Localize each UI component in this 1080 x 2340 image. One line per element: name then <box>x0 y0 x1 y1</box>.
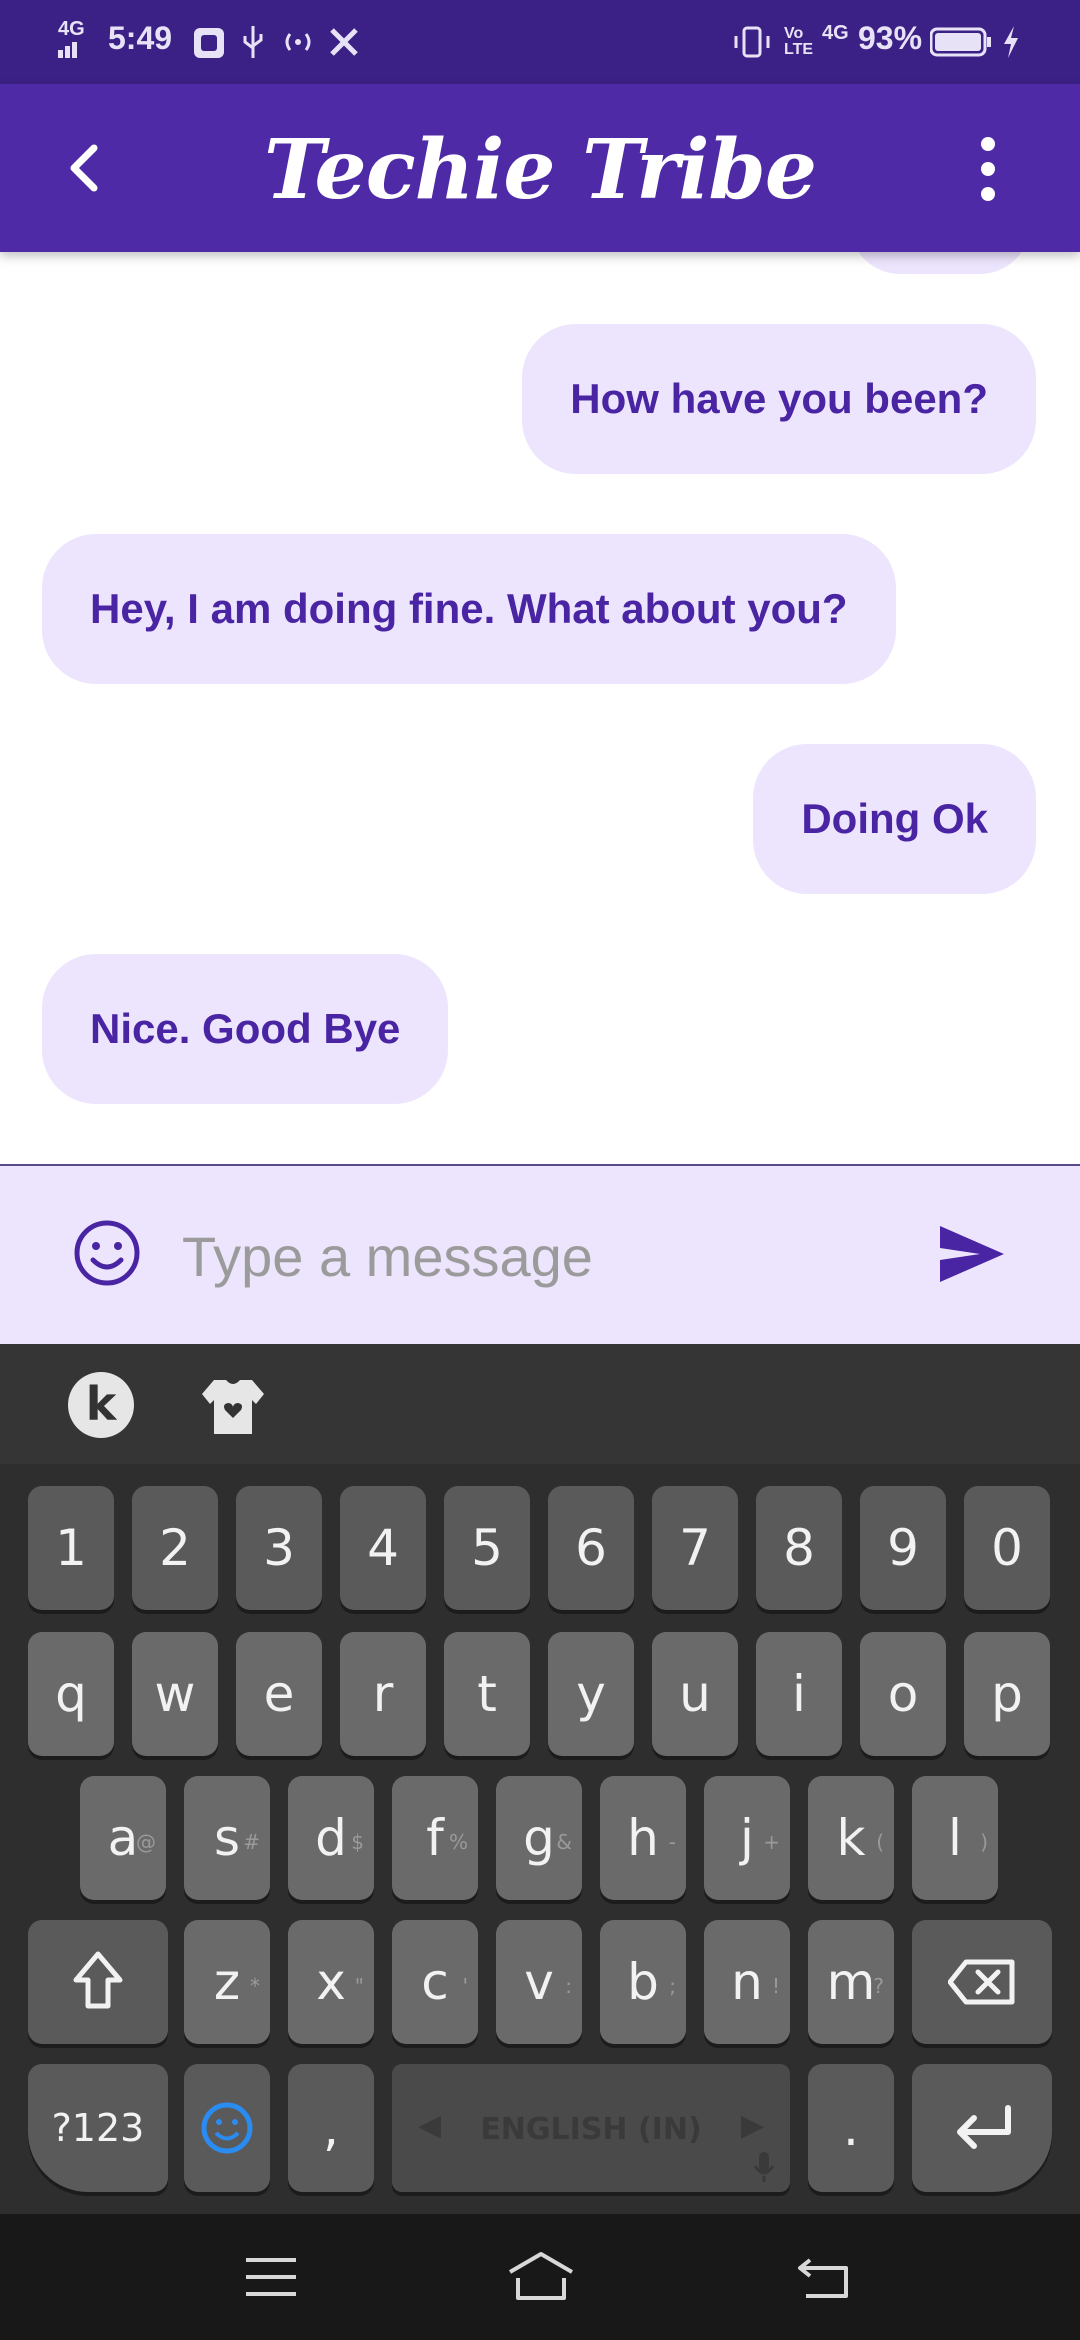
key-z[interactable]: * z <box>184 1920 270 2044</box>
symbols-key[interactable]: ?123 <box>28 2064 168 2192</box>
period-key[interactable]: . <box>808 2064 894 2192</box>
tools-icon <box>330 28 358 56</box>
enter-icon <box>957 2105 1011 2149</box>
shift-key[interactable] <box>28 1920 168 2044</box>
kika-logo-button[interactable]: k <box>68 1372 134 1438</box>
menu-icon[interactable] <box>244 2256 298 2298</box>
status-bar: 4G 5:49 Vo LTE 4G 93% <box>0 0 1080 84</box>
emoji-icon[interactable] <box>72 1218 142 1288</box>
key-7[interactable]: 7 <box>652 1486 738 1610</box>
key-d[interactable]: $ d <box>288 1776 374 1900</box>
battery-percent: 93% <box>858 20 923 56</box>
key-l[interactable]: ) l <box>912 1776 998 1900</box>
enter-key[interactable] <box>912 2064 1052 2192</box>
app-notification-icon <box>194 28 224 58</box>
shift-icon <box>73 1951 123 2009</box>
key-q[interactable]: q <box>28 1632 114 1756</box>
key-3[interactable]: 3 <box>236 1486 322 1610</box>
emoji-key[interactable] <box>184 2064 270 2192</box>
volte-indicator: Vo LTE <box>784 25 814 58</box>
key-o[interactable]: o <box>860 1632 946 1756</box>
previous-message-bubble <box>850 252 1030 274</box>
right-arrow-icon: ▶ <box>740 2108 764 2143</box>
battery-icon <box>930 27 991 57</box>
key-8[interactable]: 8 <box>756 1486 842 1610</box>
signal-icon <box>58 42 77 58</box>
key-5[interactable]: 5 <box>444 1486 530 1610</box>
soft-keyboard: k 1 2 3 4 5 6 7 8 9 0 q w e r t y u i o … <box>0 1344 1080 2214</box>
key-x[interactable]: " x <box>288 1920 374 2044</box>
key-y[interactable]: y <box>548 1632 634 1756</box>
app-bar: Techie Tribe <box>0 84 1080 252</box>
message-bubble-outgoing[interactable]: Doing Ok <box>753 744 1036 894</box>
key-w[interactable]: w <box>132 1632 218 1756</box>
key-0[interactable]: 0 <box>964 1486 1050 1610</box>
key-u[interactable]: u <box>652 1632 738 1756</box>
message-bubble-outgoing[interactable]: How have you been? <box>522 324 1036 474</box>
more-options-icon[interactable] <box>970 136 1006 202</box>
key-2[interactable]: 2 <box>132 1486 218 1610</box>
keyboard-toolbar: k <box>0 1344 1080 1464</box>
key-i[interactable]: i <box>756 1632 842 1756</box>
hotspot-icon <box>285 33 311 51</box>
key-p[interactable]: p <box>964 1632 1050 1756</box>
network-indicator-right: 4G <box>822 22 849 44</box>
key-b[interactable]: ; b <box>600 1920 686 2044</box>
key-j[interactable]: + j <box>704 1776 790 1900</box>
key-n[interactable]: ! n <box>704 1920 790 2044</box>
chat-messages-list[interactable]: How have you been? Hey, I am doing fine.… <box>0 252 1080 1164</box>
system-nav-bar <box>0 2214 1080 2340</box>
key-g[interactable]: & g <box>496 1776 582 1900</box>
vibrate-icon <box>734 26 770 58</box>
backspace-key[interactable] <box>912 1920 1052 2044</box>
message-composer <box>0 1164 1080 1344</box>
charging-icon <box>1004 26 1018 58</box>
left-arrow-icon: ◀ <box>418 2108 442 2143</box>
key-m[interactable]: ? m <box>808 1920 894 2044</box>
key-t[interactable]: t <box>444 1632 530 1756</box>
backspace-icon <box>948 1959 1015 2005</box>
key-f[interactable]: % f <box>392 1776 478 1900</box>
shirt-heart-icon[interactable] <box>200 1374 266 1438</box>
message-bubble-incoming[interactable]: Nice. Good Bye <box>42 954 449 1104</box>
key-s[interactable]: # s <box>184 1776 270 1900</box>
home-icon[interactable] <box>506 2250 576 2302</box>
key-k[interactable]: (k <box>808 1776 894 1900</box>
message-input[interactable] <box>180 1210 904 1302</box>
key-4[interactable]: 4 <box>340 1486 426 1610</box>
key-6[interactable]: 6 <box>548 1486 634 1610</box>
emoji-key-icon <box>201 2102 253 2154</box>
space-key[interactable]: ENGLISH (IN) ◀ ▶ <box>392 2064 790 2192</box>
app-title: Techie Tribe <box>263 122 817 218</box>
clock: 5:49 <box>108 20 173 56</box>
message-bubble-incoming[interactable]: Hey, I am doing fine. What about you? <box>42 534 896 684</box>
key-v[interactable]: :v <box>496 1920 582 2044</box>
key-a[interactable]: @ a <box>80 1776 166 1900</box>
key-1[interactable]: 1 <box>28 1486 114 1610</box>
back-nav-icon[interactable] <box>796 2254 852 2300</box>
key-9[interactable]: 9 <box>860 1486 946 1610</box>
comma-key[interactable]: , <box>288 2064 374 2192</box>
key-c[interactable]: ' c <box>392 1920 478 2044</box>
usb-icon <box>243 26 263 58</box>
mic-icon <box>753 2152 775 2182</box>
key-h[interactable]: -h <box>600 1776 686 1900</box>
key-r[interactable]: r <box>340 1632 426 1756</box>
send-icon[interactable] <box>936 1222 1008 1286</box>
key-e[interactable]: e <box>236 1632 322 1756</box>
